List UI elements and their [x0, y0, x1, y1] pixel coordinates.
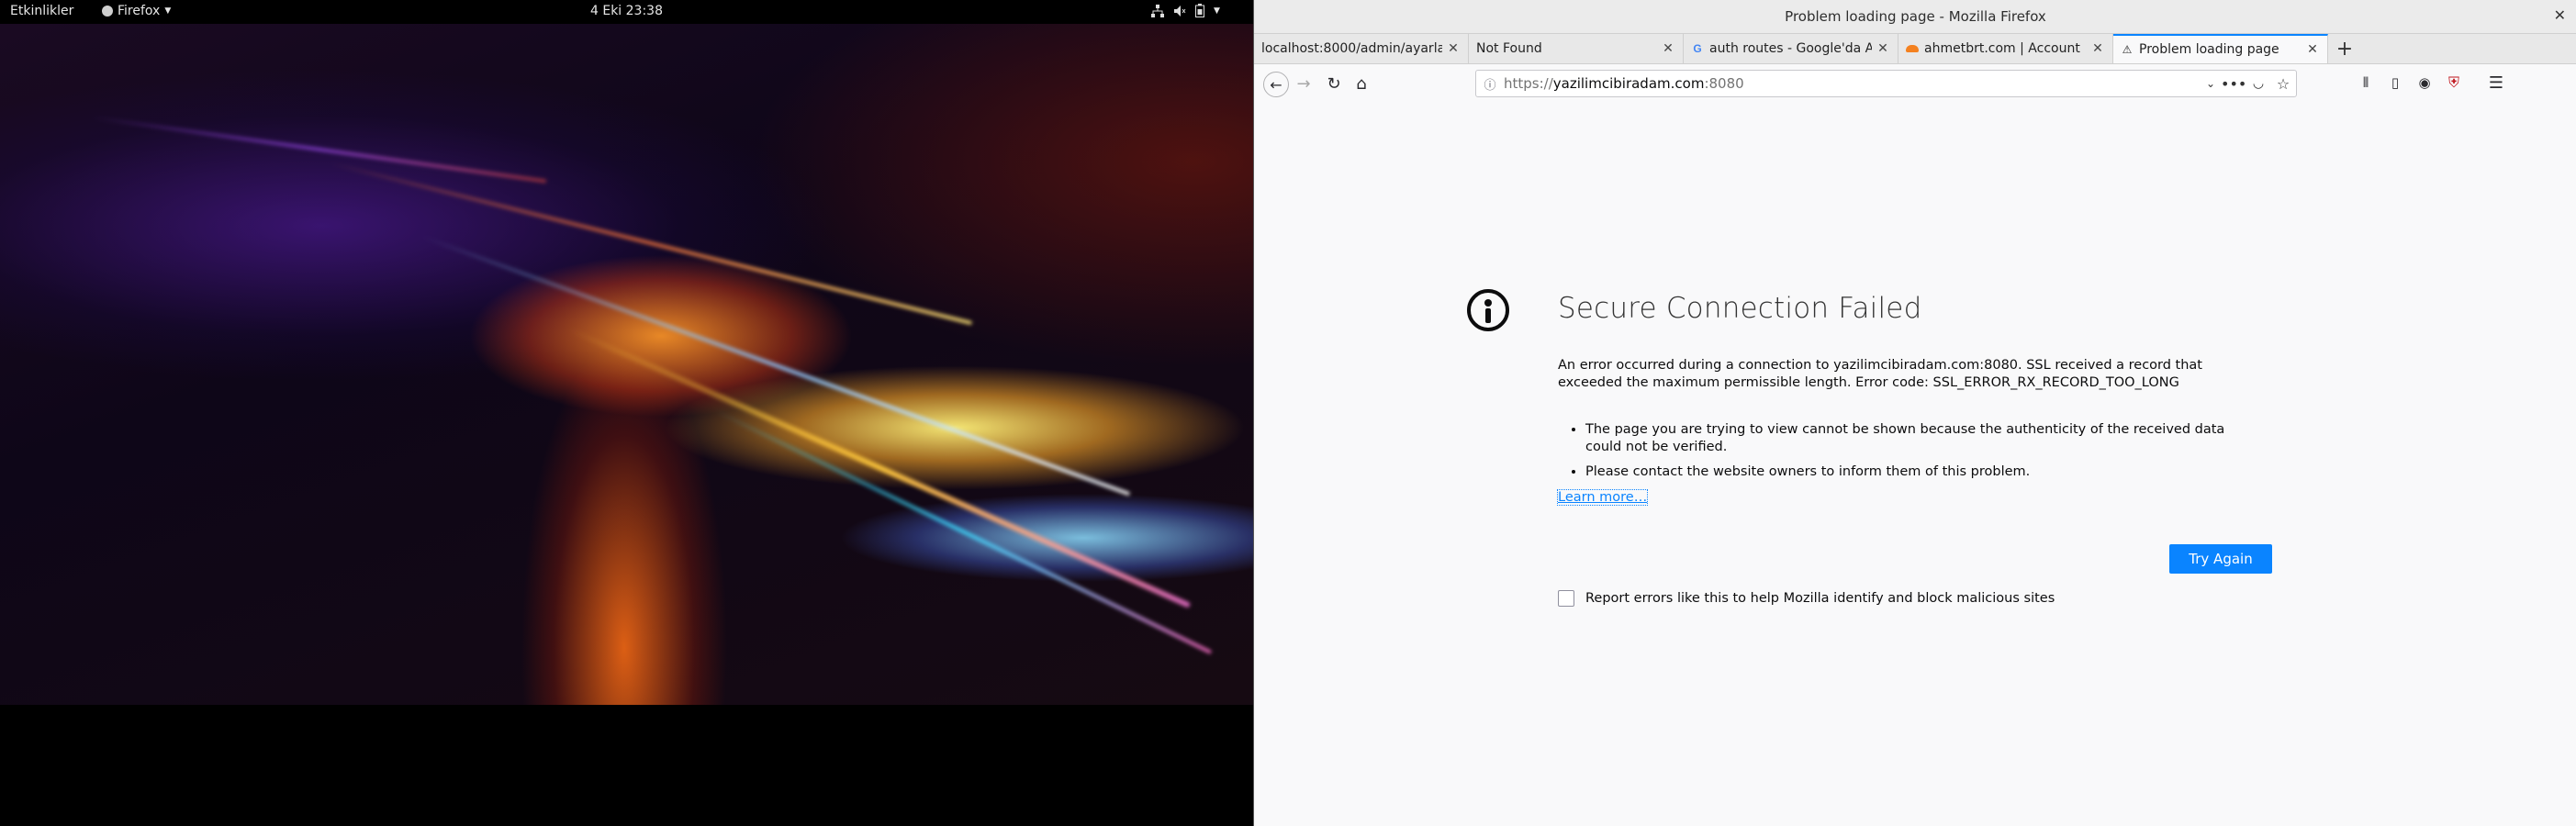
- bookmark-star-icon[interactable]: ☆: [2270, 75, 2296, 93]
- toolbar-right: ⫴ ▯ ◉ ⛨ ☰: [2356, 73, 2506, 93]
- pocket-icon[interactable]: ◡: [2246, 76, 2270, 91]
- gnome-top-bar: Etkinlikler Firefox ▼ 4 Eki 23:38 ▼: [0, 0, 1253, 24]
- network-icon: [1151, 4, 1164, 17]
- google-icon: G: [1693, 42, 1702, 55]
- list-item: Please contact the website owners to inf…: [1585, 463, 2265, 481]
- tab-localhost[interactable]: localhost:8000/admin/ayarlar ✕: [1254, 34, 1469, 63]
- report-errors-label[interactable]: Report errors like this to help Mozilla …: [1585, 591, 2055, 606]
- report-errors-checkbox[interactable]: [1558, 590, 1574, 607]
- url-scheme: https://: [1504, 75, 1553, 92]
- try-again-button[interactable]: Try Again: [2169, 544, 2272, 574]
- url-bar[interactable]: ⓘ https://yazilimcibiradam.com:8080 ⌄ ••…: [1475, 70, 2297, 97]
- close-icon[interactable]: ✕: [2090, 41, 2105, 56]
- light-streak: [715, 409, 1213, 654]
- tab-google-search[interactable]: G auth routes - Google'da Ara ✕: [1684, 34, 1898, 63]
- back-icon[interactable]: ←: [1263, 72, 1289, 97]
- tab-strip: localhost:8000/admin/ayarlar ✕ Not Found…: [1254, 34, 2576, 64]
- chevron-down-icon[interactable]: ⌄: [2201, 77, 2221, 90]
- tab-cloudflare[interactable]: ahmetbrt.com | Account ✕: [1898, 34, 2113, 63]
- chevron-down-icon: ▼: [164, 6, 172, 16]
- firefox-icon: [102, 6, 113, 17]
- learn-more-link[interactable]: Learn more…: [1556, 489, 1649, 506]
- error-page: Secure Connection Failed An error occurr…: [1254, 102, 2576, 826]
- forward-icon[interactable]: →: [1293, 73, 1315, 95]
- clock[interactable]: 4 Eki 23:38: [590, 4, 663, 18]
- info-icon[interactable]: ⓘ: [1476, 75, 1504, 93]
- tab-label: ahmetbrt.com | Account: [1924, 41, 2080, 56]
- cloud-icon: [1906, 42, 1919, 55]
- account-icon[interactable]: ◉: [2414, 73, 2435, 93]
- url-port: :8080: [1704, 75, 1744, 92]
- tab-problem-loading[interactable]: ⚠ Problem loading page ✕: [2113, 34, 2328, 63]
- close-icon[interactable]: ✕: [1446, 41, 1461, 56]
- light-streak: [91, 116, 547, 184]
- close-icon[interactable]: ✕: [2554, 6, 2566, 24]
- volume-muted-icon: [1174, 5, 1186, 17]
- ublock-shield-icon[interactable]: ⛨: [2444, 73, 2464, 93]
- report-errors-row: Report errors like this to help Mozilla …: [1558, 590, 2055, 607]
- system-tray[interactable]: ▼: [1151, 4, 1220, 17]
- sidebar-icon[interactable]: ▯: [2385, 73, 2405, 93]
- app-menu-label: Firefox: [118, 4, 161, 18]
- tab-label: localhost:8000/admin/ayarlar: [1261, 41, 1442, 56]
- nav-toolbar: ← → ↻ ⌂ ⓘ https://yazilimcibiradam.com:8…: [1254, 64, 2576, 104]
- desktop-wallpaper: [0, 24, 1253, 705]
- window-title: Problem loading page - Mozilla Firefox: [1785, 8, 2046, 25]
- close-icon[interactable]: ✕: [1876, 41, 1890, 56]
- url-text[interactable]: https://yazilimcibiradam.com:8080: [1504, 75, 2201, 92]
- close-icon[interactable]: ✕: [1661, 41, 1675, 56]
- activities-button[interactable]: Etkinlikler: [10, 4, 73, 18]
- window-titlebar[interactable]: Problem loading page - Mozilla Firefox ✕: [1254, 0, 2576, 34]
- list-item: The page you are trying to view cannot b…: [1585, 421, 2265, 456]
- light-streak: [330, 162, 973, 326]
- light-streak: [567, 327, 1192, 608]
- library-icon[interactable]: ⫴: [2356, 73, 2376, 93]
- warning-icon: ⚠: [2122, 43, 2133, 56]
- url-host: yazilimcibiradam.com: [1552, 75, 1705, 92]
- close-icon[interactable]: ✕: [2305, 42, 2320, 57]
- new-tab-button[interactable]: +: [2328, 34, 2361, 63]
- page-actions-icon[interactable]: •••: [2221, 75, 2246, 93]
- tab-label: Not Found: [1476, 41, 1542, 56]
- tab-label: auth routes - Google'da Ara: [1709, 41, 1872, 56]
- home-icon[interactable]: ⌂: [1350, 73, 1372, 95]
- hamburger-menu-icon[interactable]: ☰: [2486, 73, 2506, 93]
- reload-icon[interactable]: ↻: [1323, 73, 1345, 95]
- screen-black-area: [0, 705, 1253, 826]
- tab-not-found[interactable]: Not Found ✕: [1469, 34, 1684, 63]
- tab-label: Problem loading page: [2139, 42, 2279, 57]
- error-description: An error occurred during a connection to…: [1558, 358, 2202, 390]
- app-menu-button[interactable]: Firefox ▼: [102, 4, 171, 18]
- firefox-window: Problem loading page - Mozilla Firefox ✕…: [1253, 0, 2576, 826]
- error-bullets: The page you are trying to view cannot b…: [1558, 421, 2265, 488]
- info-icon: [1467, 289, 1509, 331]
- page-title: Secure Connection Failed: [1558, 292, 1922, 325]
- chevron-down-icon: ▼: [1214, 6, 1220, 16]
- battery-icon: [1195, 4, 1204, 17]
